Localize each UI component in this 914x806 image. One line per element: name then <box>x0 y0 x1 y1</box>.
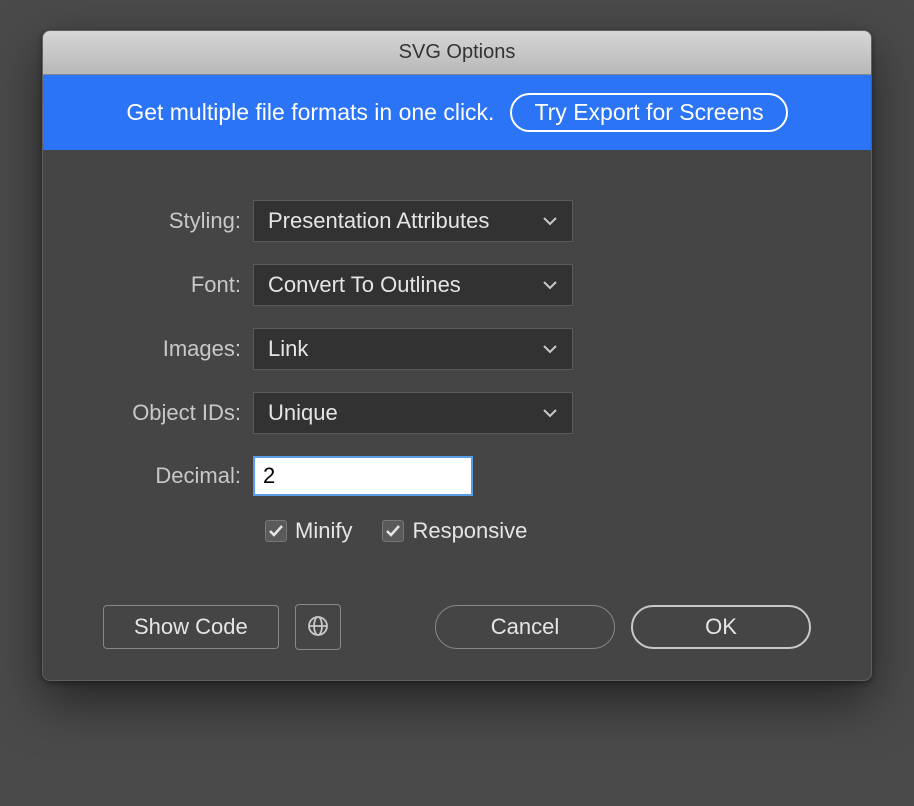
styling-row: Styling: Presentation Attributes <box>103 200 811 242</box>
dialog-body: Styling: Presentation Attributes Font: C… <box>43 150 871 586</box>
font-value: Convert To Outlines <box>268 272 461 298</box>
chevron-down-icon <box>542 405 558 421</box>
minify-label: Minify <box>295 518 352 544</box>
styling-value: Presentation Attributes <box>268 208 489 234</box>
font-row: Font: Convert To Outlines <box>103 264 811 306</box>
decimal-row: Decimal: <box>103 456 811 496</box>
ok-button[interactable]: OK <box>631 605 811 649</box>
globe-icon <box>306 614 330 641</box>
checkmark-icon <box>382 520 404 542</box>
show-code-button[interactable]: Show Code <box>103 605 279 649</box>
font-select[interactable]: Convert To Outlines <box>253 264 573 306</box>
dialog-title: SVG Options <box>399 41 516 64</box>
chevron-down-icon <box>542 341 558 357</box>
try-export-for-screens-button[interactable]: Try Export for Screens <box>510 93 787 132</box>
checkmark-icon <box>265 520 287 542</box>
images-value: Link <box>268 336 308 362</box>
minify-checkbox[interactable]: Minify <box>265 518 352 544</box>
preview-in-browser-button[interactable] <box>295 604 341 650</box>
images-row: Images: Link <box>103 328 811 370</box>
cancel-button[interactable]: Cancel <box>435 605 615 649</box>
responsive-checkbox[interactable]: Responsive <box>382 518 527 544</box>
chevron-down-icon <box>542 213 558 229</box>
decimal-input[interactable] <box>253 456 473 496</box>
images-select[interactable]: Link <box>253 328 573 370</box>
checkbox-row: Minify Responsive <box>265 518 811 544</box>
font-label: Font: <box>103 272 253 298</box>
promo-text: Get multiple file formats in one click. <box>126 99 494 126</box>
styling-select[interactable]: Presentation Attributes <box>253 200 573 242</box>
promo-banner: Get multiple file formats in one click. … <box>43 75 871 150</box>
responsive-label: Responsive <box>412 518 527 544</box>
object-ids-select[interactable]: Unique <box>253 392 573 434</box>
object-ids-label: Object IDs: <box>103 400 253 426</box>
decimal-label: Decimal: <box>103 463 253 489</box>
chevron-down-icon <box>542 277 558 293</box>
images-label: Images: <box>103 336 253 362</box>
svg-options-dialog: SVG Options Get multiple file formats in… <box>42 30 872 681</box>
titlebar: SVG Options <box>43 31 871 75</box>
object-ids-row: Object IDs: Unique <box>103 392 811 434</box>
dialog-footer: Show Code Cancel OK <box>43 586 871 680</box>
styling-label: Styling: <box>103 208 253 234</box>
object-ids-value: Unique <box>268 400 338 426</box>
